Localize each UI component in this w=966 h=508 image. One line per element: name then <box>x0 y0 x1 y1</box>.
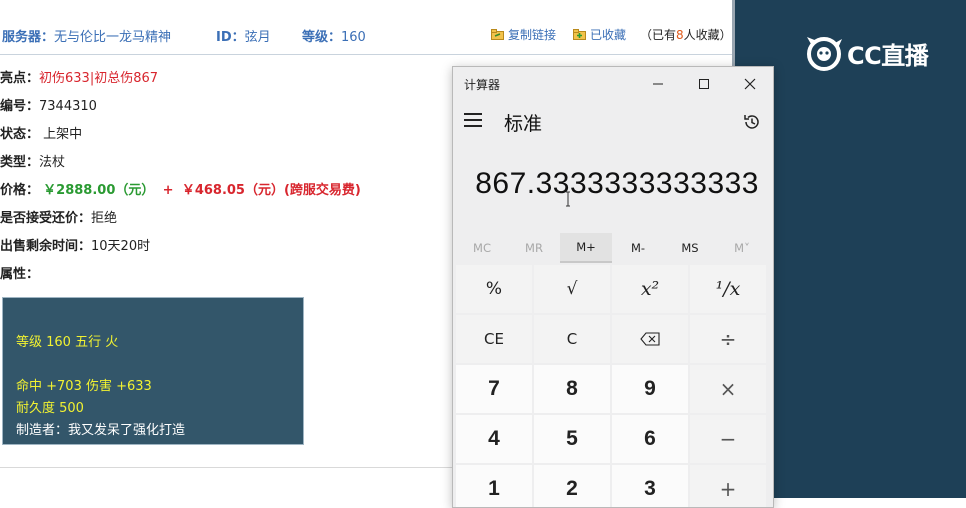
digit-4-button[interactable]: 4 <box>456 415 532 463</box>
memory-recall-button[interactable]: MR <box>508 233 560 263</box>
number-row: 编号：7344310 <box>0 95 97 114</box>
id-value: 弦月 <box>244 30 271 45</box>
highlight-value: 初伤633|初总伤867 <box>39 71 159 86</box>
status-row: 状态： 上架中 <box>0 123 82 142</box>
bargain-row: 是否接受还价：拒绝 <box>0 207 117 226</box>
time-left-value: 10天20时 <box>91 239 151 254</box>
digit-9-button[interactable]: 9 <box>612 365 688 413</box>
reciprocal-button[interactable]: ¹/x <box>690 265 766 313</box>
square-root-button[interactable]: √ <box>534 265 610 313</box>
square-button[interactable]: x² <box>612 265 688 313</box>
attr-hit-damage: 命中 +703 伤害 +633 <box>16 379 152 394</box>
id-label: ID： <box>216 30 245 45</box>
memory-row: MC MR M+ M- MS M˅ <box>453 233 773 263</box>
attributes-row: 属性： <box>0 263 39 282</box>
reciprocal-label: ¹/x <box>715 278 741 300</box>
bargain-label: 是否接受还价： <box>0 211 92 226</box>
memory-store-button[interactable]: MS <box>664 233 716 263</box>
attr-maker: 制造者：我又发呆了强化打造 <box>16 423 186 438</box>
highlight-row: 亮点：初伤633|初总伤867 <box>0 67 158 86</box>
attributes-label: 属性： <box>0 267 40 282</box>
favorite-button[interactable]: 已收藏 <box>573 26 626 43</box>
history-icon[interactable] <box>742 112 762 132</box>
memory-list-button[interactable]: M˅ <box>716 233 768 263</box>
copy-link-icon <box>491 29 504 40</box>
number-value: 7344310 <box>39 99 97 114</box>
minimize-icon <box>653 83 663 85</box>
price-plus: + <box>162 183 174 198</box>
maximize-icon <box>699 79 709 89</box>
maximize-button[interactable] <box>681 67 727 101</box>
number-label: 编号： <box>0 99 40 114</box>
favorite-folder-icon <box>573 29 586 40</box>
digit-7-button[interactable]: 7 <box>456 365 532 413</box>
calculator-mode-title: 标准 <box>504 113 543 135</box>
divide-button[interactable]: ÷ <box>690 315 766 363</box>
favorite-count-note: （已有8人收藏） <box>640 26 732 43</box>
type-label: 类型： <box>0 155 40 170</box>
fav-note-prefix: （已有 <box>640 28 677 42</box>
calculator-title: 计算器 <box>464 78 501 92</box>
status-label: 状态： <box>0 127 40 142</box>
digit-2-button[interactable]: 2 <box>534 465 610 507</box>
price-fee: ￥468.05（元）(跨服交易费) <box>181 183 361 198</box>
attributes-box: 等级 160 五行 火 命中 +703 伤害 +633 耐久度 500 制造者：… <box>2 297 304 445</box>
server-label: 服务器： <box>2 30 55 45</box>
attr-level-element: 等级 160 五行 火 <box>16 335 119 350</box>
type-row: 类型：法杖 <box>0 151 65 170</box>
server-info: 服务器：无与伦比一龙马精神 <box>2 26 171 45</box>
memory-subtract-button[interactable]: M- <box>612 233 664 263</box>
status-value: 上架中 <box>43 127 83 142</box>
text-cursor-icon <box>566 191 570 207</box>
highlight-label: 亮点： <box>0 71 40 86</box>
fav-count: 8 <box>676 28 684 42</box>
multiply-button[interactable]: × <box>690 365 766 413</box>
digit-5-button[interactable]: 5 <box>534 415 610 463</box>
calculator-mode-bar: 标准 <box>453 105 773 139</box>
digit-8-button[interactable]: 8 <box>534 365 610 413</box>
time-left-row: 出售剩余时间：10天20时 <box>0 235 150 254</box>
backspace-icon <box>640 332 660 346</box>
digit-1-button[interactable]: 1 <box>456 465 532 507</box>
add-button[interactable]: + <box>690 465 766 507</box>
id-info: ID：弦月 <box>216 26 271 45</box>
listing-info-bar: 服务器：无与伦比一龙马精神 ID：弦月 等级：160 复制链接 已收藏 （已有8… <box>0 0 732 55</box>
square-label: x² <box>640 278 660 300</box>
subtract-button[interactable]: − <box>690 415 766 463</box>
copy-link-button[interactable]: 复制链接 <box>491 26 556 43</box>
cc-mascot-icon <box>807 37 842 71</box>
level-info: 等级：160 <box>302 26 366 45</box>
level-label: 等级： <box>302 30 342 45</box>
close-icon <box>744 78 756 90</box>
digit-3-button[interactable]: 3 <box>612 465 688 507</box>
close-button[interactable] <box>727 67 773 101</box>
price-label: 价格： <box>0 183 40 198</box>
memory-add-button[interactable]: M+ <box>560 233 612 263</box>
price-main: ￥2888.00（元） <box>43 183 155 198</box>
time-left-label: 出售剩余时间： <box>0 239 92 254</box>
cc-live-logo: CC直播 <box>805 34 945 72</box>
favorited-label: 已收藏 <box>590 28 627 42</box>
calculator-display: 867.3333333333333 <box>475 167 759 200</box>
attr-durability: 耐久度 500 <box>16 401 84 416</box>
server-value: 无与伦比一龙马精神 <box>54 30 172 45</box>
fav-note-suffix: 人收藏） <box>683 28 732 42</box>
type-value: 法杖 <box>39 155 66 170</box>
clear-entry-button[interactable]: CE <box>456 315 532 363</box>
price-row: 价格： ￥2888.00（元） + ￥468.05（元）(跨服交易费) <box>0 179 361 198</box>
calculator-window: 计算器 标准 867.3333333333333 MC MR M+ M- MS … <box>452 66 774 508</box>
percent-button[interactable]: % <box>456 265 532 313</box>
level-value: 160 <box>341 30 366 45</box>
hamburger-menu-icon[interactable] <box>464 113 482 127</box>
digit-6-button[interactable]: 6 <box>612 415 688 463</box>
bargain-value: 拒绝 <box>91 211 118 226</box>
copy-link-label: 复制链接 <box>508 28 557 42</box>
backspace-button[interactable] <box>612 315 688 363</box>
memory-clear-button[interactable]: MC <box>456 233 508 263</box>
cc-logo-text: CC直播 <box>847 42 929 70</box>
clear-button[interactable]: C <box>534 315 610 363</box>
minimize-button[interactable] <box>635 67 681 101</box>
